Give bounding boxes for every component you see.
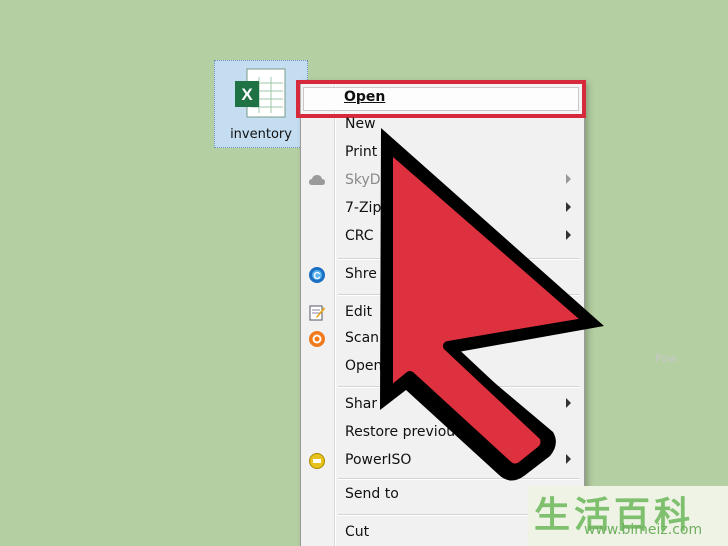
watermark: 生活百科 www.bimeiz.com (528, 486, 728, 546)
pointer-arrow-icon (380, 128, 604, 481)
watermark-url: www.bimeiz.com (584, 522, 703, 538)
